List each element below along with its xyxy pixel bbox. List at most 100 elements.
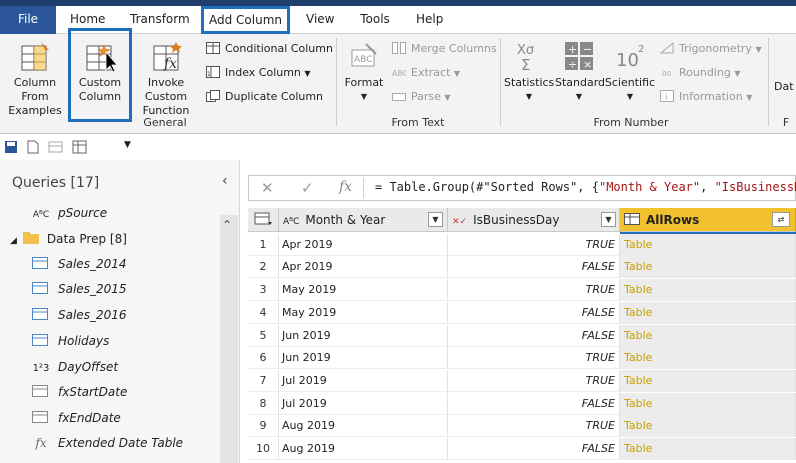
scientific-icon: 102 <box>616 44 644 71</box>
tab-view[interactable]: View <box>306 6 334 34</box>
scientific-label: Scientific <box>604 76 656 89</box>
cell-allrows-link[interactable]: Table <box>620 325 796 347</box>
cell-month-year[interactable]: Jul 2019 <box>279 370 448 392</box>
cell-month-year[interactable]: Jun 2019 <box>279 325 448 347</box>
tab-help[interactable]: Help <box>416 6 443 34</box>
formula-input[interactable]: = Table.Group(#"Sorted Rows", {"Month & … <box>375 180 796 194</box>
date-button[interactable]: Dat <box>774 80 796 94</box>
cell-month-year[interactable]: May 2019 <box>279 279 448 301</box>
cell-isbusinessday[interactable]: TRUE <box>448 347 620 369</box>
cell-allrows-link[interactable]: Table <box>620 279 796 301</box>
cell-isbusinessday[interactable]: TRUE <box>448 234 620 256</box>
cell-isbusinessday[interactable]: FALSE <box>448 325 620 347</box>
custom-column-highlight <box>68 28 132 122</box>
cell-isbusinessday[interactable]: FALSE <box>448 438 620 460</box>
extract-icon: ABC <box>392 69 406 78</box>
invoke-function-icon: fx <box>153 42 182 72</box>
cell-allrows-link[interactable]: Table <box>620 393 796 415</box>
table-icon <box>32 385 48 397</box>
query-folder-data-prep[interactable]: ◢ Data Prep [8] <box>10 228 127 250</box>
column-header-month-year[interactable]: AᴮC Month & Year ▼ <box>279 208 448 232</box>
column-header-isbusinessday[interactable]: ✕✓ IsBusinessDay ▼ <box>448 208 620 232</box>
column-header-label: IsBusinessDay <box>473 213 560 227</box>
conditional-column-button[interactable]: Conditional Column <box>206 40 333 58</box>
formula-prefix: = Table.Group(#"Sorted Rows", { <box>375 180 599 194</box>
query-item-label: Sales_2015 <box>58 282 127 296</box>
filter-dropdown-icon[interactable]: ▼ <box>601 212 616 227</box>
query-item[interactable]: fx Extended Date Table <box>32 432 183 454</box>
cell-month-year[interactable]: Aug 2019 <box>279 415 448 437</box>
cell-isbusinessday[interactable]: FALSE <box>448 256 620 278</box>
extract-button[interactable]: ABC Extract ▼ <box>392 64 460 82</box>
query-item[interactable]: AᴮC pSource <box>32 202 107 224</box>
scientific-button[interactable]: 10 2 Scientific ▼ <box>604 40 656 104</box>
trigonometry-button[interactable]: Trigonometry ▼ <box>660 40 762 58</box>
cell-month-year[interactable]: Apr 2019 <box>279 256 448 278</box>
tab-add-column[interactable]: Add Column <box>201 6 290 34</box>
cell-month-year[interactable]: May 2019 <box>279 302 448 324</box>
customize-toolbar-dropdown-icon[interactable]: ▼ <box>124 140 131 150</box>
svg-text:ABC: ABC <box>392 69 406 78</box>
information-button[interactable]: i Information ▼ <box>660 88 752 106</box>
tab-transform[interactable]: Transform <box>130 6 190 34</box>
collapse-pane-icon[interactable]: ‹ <box>222 173 228 189</box>
query-item[interactable]: Sales_2015 <box>32 278 126 300</box>
cell-allrows-link[interactable]: Table <box>620 370 796 392</box>
rounding-label: Rounding <box>679 66 731 79</box>
cell-allrows-link[interactable]: Table <box>620 234 796 256</box>
query-item[interactable]: 1²3 DayOffset <box>32 356 119 378</box>
query-item[interactable]: fxEndDate <box>32 407 121 429</box>
query-item[interactable]: Sales_2016 <box>32 304 126 326</box>
cell-month-year[interactable]: Jun 2019 <box>279 347 448 369</box>
properties-icon[interactable] <box>72 140 88 154</box>
svg-text:2: 2 <box>638 44 644 55</box>
new-file-icon[interactable] <box>26 140 40 154</box>
cell-month-year[interactable]: Aug 2019 <box>279 438 448 460</box>
cell-allrows-link[interactable]: Table <box>620 415 796 437</box>
filter-dropdown-icon[interactable]: ▼ <box>428 212 443 227</box>
row-number: 2 <box>248 256 279 278</box>
query-item-label: Extended Date Table <box>58 436 184 450</box>
duplicate-column-button[interactable]: Duplicate Column <box>206 88 323 106</box>
cell-month-year[interactable]: Apr 2019 <box>279 234 448 256</box>
tab-file[interactable]: File <box>0 6 56 34</box>
cell-isbusinessday[interactable]: FALSE <box>448 393 620 415</box>
index-column-button[interactable]: 1 Index Column ▼ <box>206 64 311 82</box>
query-item[interactable]: Sales_2014 <box>32 253 126 275</box>
expand-column-icon[interactable]: ⇄ <box>772 212 790 227</box>
format-button[interactable]: ABC Format ▼ <box>340 40 388 104</box>
cell-allrows-link[interactable]: Table <box>620 347 796 369</box>
scroll-up-icon[interactable]: ⌃ <box>222 218 232 232</box>
cell-isbusinessday[interactable]: TRUE <box>448 415 620 437</box>
cell-allrows-link[interactable]: Table <box>620 256 796 278</box>
tab-tools[interactable]: Tools <box>360 6 390 34</box>
cell-allrows-link[interactable]: Table <box>620 302 796 324</box>
ribbon-separator <box>500 38 501 126</box>
row-number: 3 <box>248 279 279 301</box>
ribbon-separator <box>768 38 769 126</box>
save-icon[interactable] <box>4 140 18 154</box>
function-icon[interactable]: fx <box>339 179 352 195</box>
confirm-formula-icon[interactable]: ✓ <box>301 179 314 197</box>
table-tools-icon[interactable] <box>48 140 64 154</box>
rounding-button[interactable]: .00 Rounding ▼ <box>660 64 740 82</box>
query-item[interactable]: fxStartDate <box>32 381 127 403</box>
cell-isbusinessday[interactable]: TRUE <box>448 370 620 392</box>
query-item[interactable]: Holidays <box>32 330 109 352</box>
column-header-allrows[interactable]: AllRows ⇄ <box>620 208 796 232</box>
cancel-formula-icon[interactable]: ✕ <box>261 179 274 197</box>
column-from-examples-button[interactable]: Column From Examples <box>4 40 66 118</box>
table-menu-button[interactable] <box>248 208 279 232</box>
merge-columns-button[interactable]: Merge Columns <box>392 40 497 58</box>
queries-scrollbar[interactable] <box>220 215 238 463</box>
cell-isbusinessday[interactable]: FALSE <box>448 302 620 324</box>
svg-text:×: × <box>583 58 592 71</box>
statistics-button[interactable]: Xσ Σ Statistics ▼ <box>504 40 554 104</box>
invoke-custom-function-button[interactable]: fx Invoke Custom Function <box>128 40 204 118</box>
standard-button[interactable]: + − ÷ × Standard ▼ <box>555 40 605 104</box>
cell-month-year[interactable]: Jul 2019 <box>279 393 448 415</box>
cell-allrows-link[interactable]: Table <box>620 438 796 460</box>
query-item-label: Sales_2014 <box>58 257 127 271</box>
cell-isbusinessday[interactable]: TRUE <box>448 279 620 301</box>
parse-button[interactable]: Parse ▼ <box>392 88 451 106</box>
